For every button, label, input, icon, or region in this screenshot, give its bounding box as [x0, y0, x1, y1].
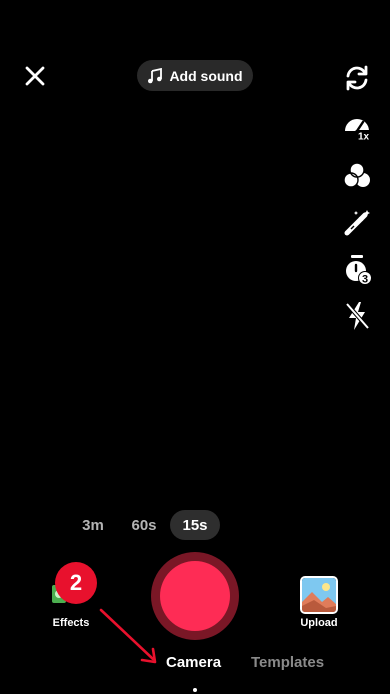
add-sound-label: Add sound [169, 67, 243, 84]
flip-camera-button[interactable] [341, 62, 373, 94]
beautify-icon [344, 210, 370, 236]
add-sound-button[interactable]: Add sound [137, 60, 253, 91]
timer-button[interactable]: 3 [341, 254, 373, 286]
effects-label[interactable]: Effects [45, 617, 97, 629]
tab-camera[interactable]: Camera [166, 654, 221, 671]
timer-icon: 3 [346, 255, 372, 285]
tab-templates[interactable]: Templates [251, 654, 324, 671]
record-button[interactable] [151, 552, 239, 640]
duration-3m[interactable]: 3m [75, 510, 111, 540]
flash-off-icon [345, 302, 370, 330]
close-icon [25, 66, 45, 86]
beautify-button[interactable] [341, 206, 373, 238]
filters-button[interactable] [341, 160, 373, 192]
speed-button[interactable]: 1x [341, 110, 373, 142]
upload-button[interactable] [300, 576, 338, 614]
music-note-icon [147, 67, 163, 84]
close-button[interactable] [22, 63, 48, 89]
gallery-thumbnail [302, 578, 336, 612]
step-number-badge: 2 [55, 562, 97, 604]
timer-caption: 3 [362, 273, 368, 285]
flash-button[interactable] [341, 300, 373, 332]
active-mode-indicator [193, 688, 197, 692]
duration-15s[interactable]: 15s [170, 510, 220, 540]
annotation-arrow-icon [99, 608, 157, 664]
duration-60s[interactable]: 60s [125, 510, 163, 540]
speed-icon: 1x [345, 119, 372, 142]
speed-caption: 1x [358, 132, 370, 142]
duration-selector: 3m 60s 15s [70, 510, 220, 540]
flip-camera-icon [346, 65, 368, 91]
upload-label[interactable]: Upload [294, 617, 344, 629]
filters-icon [343, 162, 370, 188]
record-button-core [160, 561, 230, 631]
